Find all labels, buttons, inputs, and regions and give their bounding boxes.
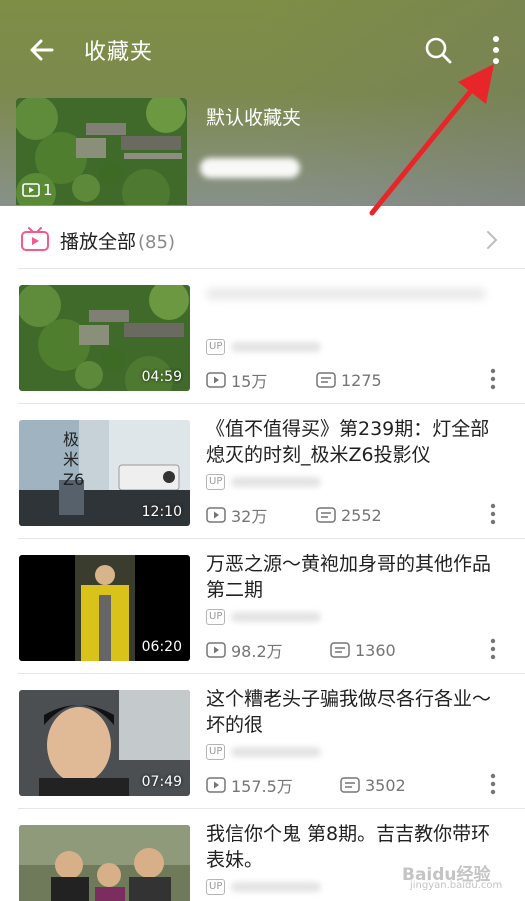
video-title[interactable]: 万恶之源～黄袍加身哥的其他作品第二期 <box>206 551 506 603</box>
danmaku-count: 2552 <box>316 506 382 525</box>
more-options-button[interactable] <box>482 30 510 70</box>
video-duration: 04:59 <box>141 369 182 385</box>
video-duration: 07:49 <box>141 774 182 790</box>
back-button[interactable] <box>24 32 60 68</box>
chevron-right-icon <box>487 231 498 249</box>
video-stats: 15万 1275 <box>206 368 382 392</box>
video-title[interactable]: 这个糟老头子骗我做尽各行各业～坏的很 <box>206 686 506 738</box>
view-count: 157.5万 <box>206 773 340 797</box>
uploader-redacted <box>231 342 322 352</box>
video-item[interactable]: 06:20 万恶之源～黄袍加身哥的其他作品第二期 UP 98.2万 1360 <box>0 538 525 673</box>
danmaku-count: 3502 <box>340 776 406 795</box>
folder-cover[interactable]: 1 <box>16 98 187 205</box>
caption-line: 米 <box>63 450 80 469</box>
danmaku-icon <box>340 777 360 793</box>
uploader-row[interactable]: UP <box>206 879 322 895</box>
uploader-redacted <box>231 882 322 892</box>
search-button[interactable] <box>420 32 456 68</box>
item-more-icon[interactable] <box>486 771 500 797</box>
video-thumbnail[interactable]: 07:49 <box>19 690 190 796</box>
danmaku-icon <box>330 642 350 658</box>
folder-video-count: 1 <box>22 181 53 199</box>
uploader-row[interactable]: UP <box>206 744 322 760</box>
danmaku-icon <box>316 372 336 388</box>
view-count: 32万 <box>206 503 316 527</box>
play-box-icon <box>22 183 40 197</box>
danmaku-count-value: 1275 <box>341 370 382 390</box>
view-count: 98.2万 <box>206 638 330 662</box>
up-badge: UP <box>206 609 226 625</box>
watermark: Baidu经验 jingyan.baidu.com <box>396 858 521 896</box>
caption-line: Z6 <box>63 470 85 489</box>
video-title[interactable]: 《值不值得买》第239期：灯全部熄灭的时刻_极米Z6投影仪 <box>206 416 506 468</box>
play-count-icon <box>206 642 226 658</box>
danmaku-count: 1360 <box>330 641 396 660</box>
title-redacted <box>206 288 486 300</box>
item-more-icon[interactable] <box>486 636 500 662</box>
view-count-value: 15万 <box>231 372 268 391</box>
collection-header: 收藏夹 1 默认收藏夹 <box>0 0 525 206</box>
folder-count-value: 1 <box>43 181 53 199</box>
more-vertical-icon <box>493 36 499 64</box>
uploader-row[interactable]: UP <box>206 339 322 355</box>
up-badge: UP <box>206 744 226 760</box>
video-item[interactable]: 04:59 UP 15万 1275 <box>0 268 525 403</box>
arrow-left-icon <box>30 39 54 61</box>
play-all-label: 播放全部 (85) <box>60 227 175 254</box>
video-duration: 06:20 <box>141 639 182 655</box>
item-more-icon[interactable] <box>486 366 500 392</box>
play-all-text: 播放全部 <box>60 231 137 253</box>
tv-play-icon <box>21 227 49 251</box>
uploader-row[interactable]: UP <box>206 609 322 625</box>
view-count-value: 157.5万 <box>231 777 293 796</box>
play-all-row[interactable]: 播放全部 (85) <box>0 214 525 266</box>
play-count-icon <box>206 507 226 523</box>
video-stats: 32万 2552 <box>206 503 382 527</box>
caption-line: 极 <box>63 430 80 449</box>
thumbnail-image <box>19 825 190 901</box>
video-thumbnail[interactable]: 极 米 Z6 12:10 <box>19 420 190 526</box>
item-more-icon[interactable] <box>486 501 500 527</box>
view-count-value: 98.2万 <box>231 642 283 661</box>
up-badge: UP <box>206 474 226 490</box>
danmaku-count-value: 3502 <box>365 775 406 795</box>
video-thumbnail[interactable] <box>19 825 190 901</box>
thumbnail-caption: 极 米 Z6 <box>63 430 84 490</box>
play-count-icon <box>206 777 226 793</box>
up-badge: UP <box>206 879 226 895</box>
danmaku-icon <box>316 507 336 523</box>
uploader-redacted <box>231 747 322 757</box>
danmaku-count: 1275 <box>316 371 382 390</box>
folder-owner-redacted <box>200 158 300 178</box>
video-stats: 98.2万 1360 <box>206 638 396 662</box>
folder-name: 默认收藏夹 <box>206 107 302 129</box>
video-thumbnail[interactable]: 04:59 <box>19 285 190 391</box>
play-all-count: (85) <box>138 232 175 253</box>
video-item[interactable]: 极 米 Z6 12:10 《值不值得买》第239期：灯全部熄灭的时刻_极米Z6投… <box>0 403 525 538</box>
play-count-icon <box>206 372 226 388</box>
video-duration: 12:10 <box>141 504 182 520</box>
uploader-redacted <box>231 477 322 487</box>
search-icon <box>425 37 452 64</box>
view-count-value: 32万 <box>231 507 268 526</box>
uploader-redacted <box>231 612 322 622</box>
view-count: 15万 <box>206 368 316 392</box>
video-thumbnail[interactable]: 06:20 <box>19 555 190 661</box>
up-badge: UP <box>206 339 226 355</box>
top-bar: 收藏夹 <box>0 22 525 78</box>
danmaku-count-value: 2552 <box>341 505 382 525</box>
page-title: 收藏夹 <box>84 40 154 65</box>
uploader-row[interactable]: UP <box>206 474 322 490</box>
watermark-url: jingyan.baidu.com <box>410 880 503 891</box>
video-item[interactable]: 07:49 这个糟老头子骗我做尽各行各业～坏的很 UP 157.5万 3502 <box>0 673 525 808</box>
danmaku-count-value: 1360 <box>355 640 396 660</box>
video-stats: 157.5万 3502 <box>206 773 406 797</box>
